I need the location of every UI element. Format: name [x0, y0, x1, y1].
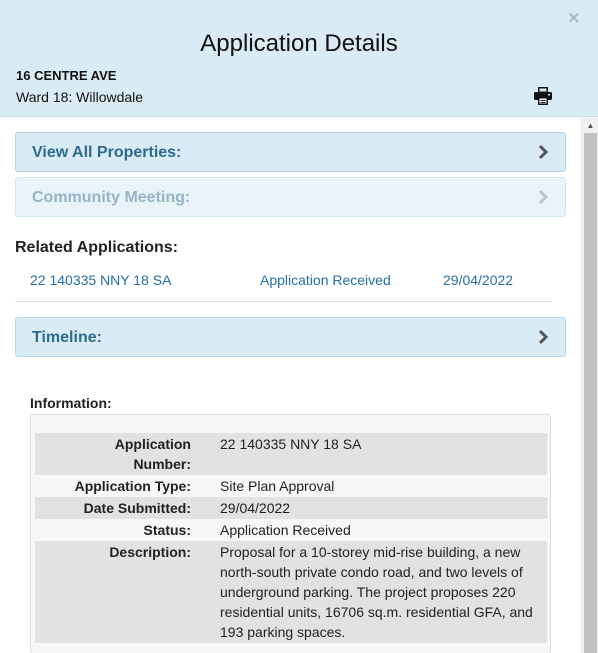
- info-row-date-submitted: Date Submitted: 29/04/2022: [35, 497, 547, 519]
- community-meeting-panel[interactable]: Community Meeting:: [15, 177, 566, 217]
- view-all-properties-panel[interactable]: View All Properties:: [15, 132, 566, 172]
- info-value: Site Plan Approval: [220, 478, 335, 494]
- related-application-status-link[interactable]: Application Received: [260, 272, 391, 288]
- dialog-header: × Application Details 16 CENTRE AVE Ward…: [0, 0, 598, 117]
- related-application-number-link[interactable]: 22 140335 NNY 18 SA: [30, 272, 171, 288]
- ward-label: Ward 18: Willowdale: [16, 89, 144, 105]
- close-icon[interactable]: ×: [567, 8, 581, 28]
- timeline-panel[interactable]: Timeline:: [15, 317, 566, 357]
- info-value: 29/04/2022: [220, 497, 547, 519]
- printer-icon[interactable]: [533, 87, 553, 106]
- info-value: 22 140335 NNY 18 SA: [220, 433, 547, 475]
- chevron-right-icon: [538, 329, 549, 345]
- dialog-body: View All Properties: Community Meeting: …: [0, 118, 598, 653]
- info-row-status: Status: Application Received: [35, 519, 547, 541]
- info-value: Proposal for a 10-storey mid-rise buildi…: [220, 541, 547, 643]
- community-meeting-label: Community Meeting:: [32, 189, 191, 206]
- timeline-label: Timeline:: [32, 329, 102, 346]
- info-value: Application Received: [220, 522, 351, 538]
- info-row-description: Description: Proposal for a 10-storey mi…: [35, 541, 547, 643]
- dialog-title: Application Details: [200, 30, 398, 57]
- info-label: Date Submitted:: [35, 497, 191, 519]
- related-applications-heading: Related Applications:: [15, 239, 178, 256]
- scrollbar-thumb[interactable]: [584, 133, 597, 653]
- info-row-application-number: Application Number: 22 140335 NNY 18 SA: [35, 433, 547, 475]
- chevron-right-icon: [538, 144, 549, 160]
- scroll-up-arrow-icon[interactable]: ▲: [582, 118, 598, 133]
- property-address: 16 CENTRE AVE: [16, 68, 117, 83]
- info-row-application-type: Application Type: Site Plan Approval: [35, 475, 547, 497]
- info-label: Application Number:: [35, 433, 191, 475]
- information-box: Application Number: 22 140335 NNY 18 SA …: [30, 414, 551, 653]
- view-all-properties-label: View All Properties:: [32, 144, 182, 161]
- vertical-scrollbar[interactable]: ▲: [581, 118, 598, 653]
- related-application-date-link[interactable]: 29/04/2022: [443, 272, 513, 288]
- information-table: Application Number: 22 140335 NNY 18 SA …: [35, 433, 547, 643]
- information-heading: Information:: [30, 395, 112, 411]
- info-label: Application Type:: [74, 478, 191, 494]
- chevron-right-icon: [538, 189, 549, 205]
- info-label: Status:: [143, 522, 191, 538]
- related-application-row[interactable]: 22 140335 NNY 18 SA Application Received…: [15, 261, 552, 302]
- info-label: Description:: [35, 541, 191, 643]
